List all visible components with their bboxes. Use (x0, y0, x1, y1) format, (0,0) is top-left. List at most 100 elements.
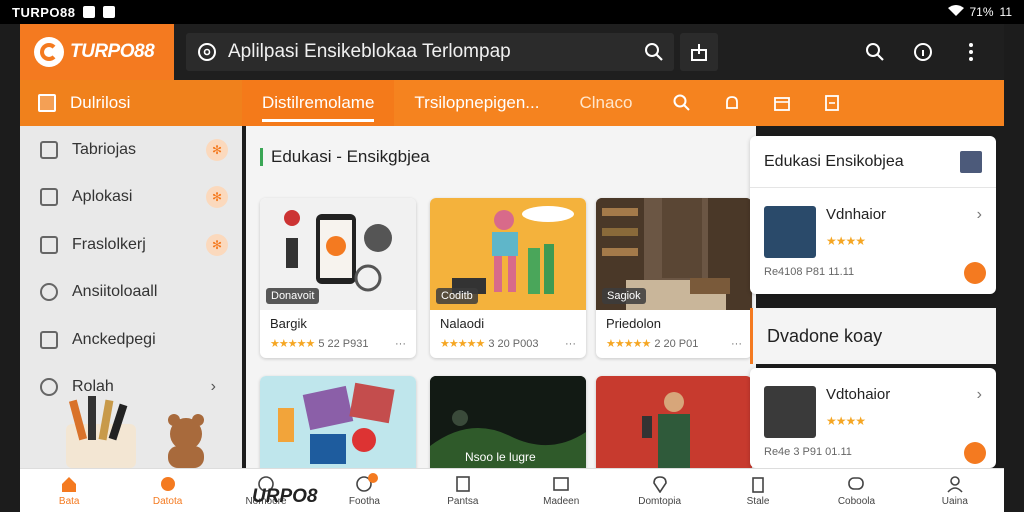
more-icon[interactable]: ··· (395, 338, 406, 350)
search-icon (866, 43, 884, 61)
list-card: Vdtohaior ★★★★ › Re4e 3 P91 01.11 (750, 368, 996, 468)
more-vertical-icon (969, 43, 973, 61)
section-title: Edukasi - Ensikgbjea (260, 148, 430, 166)
rating-stars-icon: ★★★★★ (270, 338, 315, 350)
app-screen: TURPO88 71% 11 TURPO88 Aplilpasi Ensikeb… (0, 0, 1024, 512)
item-thumbnail (764, 386, 816, 438)
link-button[interactable] (964, 262, 986, 284)
card-name: Nalaodi (440, 316, 485, 331)
status-bar: TURPO88 71% 11 (0, 0, 1024, 24)
bottom-nav-label: Stale (746, 495, 770, 507)
sidebar-item-2[interactable]: Aplokasi ✻ (20, 174, 242, 222)
avatar[interactable] (960, 150, 982, 173)
building-icon (748, 475, 768, 493)
notification-badge (368, 473, 379, 483)
logo-text: TURPO88 (70, 41, 155, 62)
bottom-nav-profile[interactable]: Uaina (906, 469, 1004, 512)
calendar-icon[interactable] (772, 93, 792, 113)
more-menu-button[interactable] (960, 41, 982, 63)
more-icon[interactable]: ··· (731, 338, 742, 350)
search-input[interactable]: Aplilpasi Ensikeblokaa Terlompap (186, 33, 674, 71)
sidebar: Tabriojas ✻ Aplokasi ✻ Fraslolkerj ✻ Ans… (20, 126, 242, 468)
sidebar-item-label: Ansiitoloaall (72, 283, 158, 301)
inbox-icon (551, 475, 571, 493)
bottom-nav-label: Footha (348, 495, 380, 507)
bottom-nav-item[interactable]: Datota (118, 469, 216, 512)
bottom-nav-label: Coboola (837, 495, 876, 507)
bottom-nav-label: Domtopia (638, 495, 682, 507)
card-meta: ★★★★★ 5 22 P931 ··· (260, 331, 416, 358)
list-item[interactable]: Vdtohaior ★★★★ › Re4e 3 P91 01.11 (750, 368, 996, 468)
tab-1[interactable]: Distilremolame (242, 80, 395, 126)
link-button[interactable] (964, 442, 986, 464)
bottom-nav-label: Madeen (543, 495, 580, 507)
sidebar-header-label: Dulrilosi (70, 93, 131, 112)
bottom-nav-item[interactable]: Footha (315, 469, 413, 512)
content-card[interactable]: Sagiok Priedolon ★★★★★ 2 20 P01 ··· (596, 198, 752, 358)
sidebar-item-4[interactable]: Ansiitoloaall (20, 269, 242, 317)
item-title: Vdnhaior (826, 206, 887, 223)
home-icon (59, 475, 79, 493)
card-name: Priedolon (606, 316, 661, 331)
nav-search-icon[interactable] (672, 93, 692, 113)
card-tag: Coditb (436, 288, 478, 304)
info-button[interactable] (912, 41, 934, 63)
right-panel: Edukasi Ensikobjea Vdnhaior ★★★★ › Re410… (750, 136, 996, 468)
sidebar-item-5[interactable]: Anckedpegi (20, 316, 242, 364)
card-rating: 2 20 P01 (654, 337, 699, 350)
bell-icon[interactable] (722, 93, 742, 113)
more-icon[interactable]: ··· (565, 338, 576, 350)
bottom-nav-item[interactable]: Coboola (807, 469, 905, 512)
rating-stars-icon: ★★★★★ (606, 338, 651, 350)
rating-stars-icon: ★★★★★ (440, 338, 485, 350)
appbar-actions (864, 41, 1004, 63)
card-meta: ★★★★★ 3 20 P003 ··· (430, 331, 586, 358)
bottom-nav-item[interactable]: Domtopia (610, 469, 708, 512)
sidebar-header[interactable]: Dulrilosi (20, 80, 242, 126)
image-icon (103, 6, 116, 18)
main-content: Edukasi - Ensikgbjea Donavoit Bargik ★★★… (246, 126, 756, 488)
message-icon (846, 475, 866, 493)
content-card[interactable]: Donavoit Bargik ★★★★★ 5 22 P931 ··· (260, 198, 416, 358)
app-bar: TURPO88 Aplilpasi Ensikeblokaa Terlompap (20, 24, 1004, 80)
featured-card: Edukasi Ensikobjea Vdnhaior ★★★★ › Re410… (750, 136, 996, 294)
bottom-nav-item[interactable]: Stale (709, 469, 807, 512)
sidebar-item-1[interactable]: Tabriojas ✻ (20, 126, 242, 174)
badge-icon: ✻ (206, 233, 228, 256)
nav-icons (672, 93, 842, 113)
content-card[interactable]: Coditb Nalaodi ★★★★★ 3 20 P003 ··· (430, 198, 586, 358)
bottom-nav-home[interactable]: Bata (20, 469, 118, 512)
bottom-nav-label: Bata (58, 495, 80, 507)
bottom-nav-item[interactable]: Madeen (512, 469, 610, 512)
app-logo[interactable]: TURPO88 (20, 24, 174, 80)
card-tag: Sagiok (602, 288, 646, 304)
category-nav: Dulrilosi Distilremolame Trsilopnepigen.… (20, 80, 1004, 126)
panel-title: Edukasi Ensikobjea (764, 152, 904, 170)
status-right: 71% 11 (947, 4, 1012, 20)
sidebar-item-3[interactable]: Fraslolkerj ✻ (20, 221, 242, 269)
search-icon[interactable] (644, 42, 664, 62)
chat-search-icon (198, 43, 216, 61)
search-button[interactable] (864, 41, 886, 63)
carrier-label: TURPO88 (12, 4, 76, 20)
list-item[interactable]: Vdnhaior ★★★★ › Re4108 P81 11.11 (750, 188, 996, 288)
card-name: Bargik (270, 316, 307, 331)
chevron-right-icon: › (976, 386, 982, 403)
badge-icon: ✻ (206, 138, 228, 161)
bottom-nav-label: Uaina (941, 495, 968, 507)
rating-stars-icon: ★★★★ (826, 414, 866, 428)
sidebar-item-label: Fraslolkerj (72, 235, 146, 253)
sidebar-item-label: Aplokasi (72, 188, 133, 206)
book-icon (453, 475, 473, 493)
document-icon[interactable] (822, 93, 842, 113)
share-button[interactable] (680, 33, 718, 71)
battery-label: 71% (969, 5, 994, 19)
tab-3[interactable]: Clnaco (559, 80, 652, 126)
bottom-nav-label: Datota (152, 495, 183, 507)
item-thumbnail (764, 206, 816, 258)
bottom-nav-item[interactable]: Pantsa (414, 469, 512, 512)
tab-2[interactable]: Trsilopnepigen... (394, 80, 559, 126)
search-text: Aplilpasi Ensikeblokaa Terlompap (228, 41, 511, 62)
badge-icon: ✻ (206, 186, 228, 209)
card-tag: Nsoo le lugre (465, 450, 536, 464)
